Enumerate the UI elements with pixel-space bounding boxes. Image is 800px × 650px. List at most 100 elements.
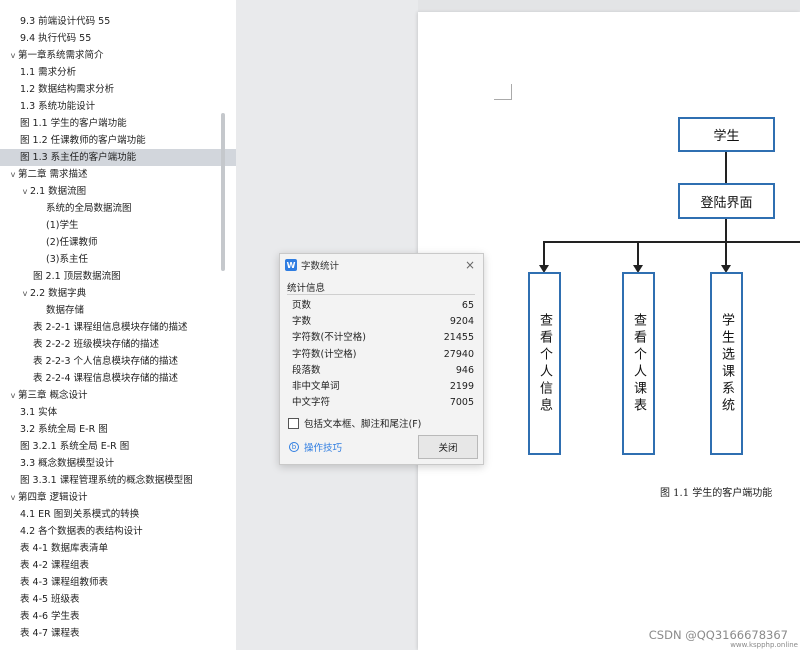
outline-item-label: 2.2 数据字典 [30,288,87,299]
stat-label: 字符数(计空格) [292,348,357,360]
outline-item[interactable]: 图 1.2 任课教师的客户端功能 [0,132,236,149]
outline-item[interactable]: 表 2-2-2 班级模块存储的描述 [0,336,236,353]
outline-item-label: 表 4-6 学生表 [20,611,80,622]
outline-item[interactable]: (2)任课教师 [0,234,236,251]
watermark-url: www.kspphp.online [730,641,798,649]
outline-item-label: 表 4-2 课程组表 [20,560,90,571]
outline-item[interactable]: v 2.2 数据字典 [0,285,236,302]
stat-value: 946 [455,364,474,376]
diagram-node-view-info: 查看个人信息 [528,272,561,455]
outline-item[interactable]: 系统的全局数据流图 [0,200,236,217]
outline-item[interactable]: v 第二章 需求描述 [0,166,236,183]
outline-item-label: 数据存储 [46,305,85,316]
outline-item-label: 4.2 各个数据表的表结构设计 [20,526,143,537]
outline-item[interactable]: 图 2.1 顶层数据流图 [0,268,236,285]
outline-item-label: 表 4-3 课程组教师表 [20,577,109,588]
outline-item[interactable]: 数据存储 [0,302,236,319]
section-divider [287,294,475,295]
stat-label: 页数 [292,300,312,311]
outline-item-label: 表 2-2-3 个人信息模块存储的描述 [33,356,179,367]
outline-item-label: 1.1 需求分析 [20,67,77,78]
document-outline-panel: 9.3 前端设计代码 55 9.4 执行代码 55 v 第一章系统需求简介 1.1 需求… [0,0,236,650]
close-button[interactable]: 关闭 [418,435,478,459]
tips-link[interactable]: b 操作技巧 [289,440,342,454]
outline-item[interactable]: v 第四章 逻辑设计 [0,489,236,506]
outline-item[interactable]: 表 2-2-1 课程组信息模块存储的描述 [0,319,236,336]
stat-row-chars-no-spaces: 字符数(不计空格) 21455 [292,330,474,346]
outline-item-label: 系统的全局数据流图 [46,203,132,214]
diagram-node-course-selection: 学生选课系统 [710,272,743,455]
outline-item-label: 9.4 执行代码 55 [20,33,92,44]
outline-item[interactable]: 图 1.3 系主任的客户端功能 [0,149,236,166]
include-textboxes-label[interactable]: 包括文本框、脚注和尾注(F) [304,416,421,430]
outline-item[interactable]: 4.1 ER 图到关系模式的转换 [0,506,236,523]
outline-item[interactable]: 表 4-5 班级表 [0,591,236,608]
stat-value: 27940 [443,348,474,360]
outline-item-label: 表 4-7 课程表 [20,628,80,639]
outline-item-label: 图 1.1 学生的客户端功能 [20,118,127,129]
include-textboxes-option[interactable]: 包括文本框、脚注和尾注(F) [288,416,421,430]
outline-item-label: 第二章 需求描述 [18,169,88,180]
outline-item[interactable]: v 2.1 数据流图 [0,183,236,200]
tips-label[interactable]: 操作技巧 [304,440,342,454]
outline-item[interactable]: v 第三章 概念设计 [0,387,236,404]
outline-item[interactable]: 表 4-2 课程组表 [0,557,236,574]
outline-item[interactable]: 表 2-2-3 个人信息模块存储的描述 [0,353,236,370]
outline-item[interactable]: 9.3 前端设计代码 55 [0,13,236,30]
outline-item[interactable]: 3.2 系统全局 E-R 图 [0,421,236,438]
outline-item-label: 2.1 数据流图 [30,186,87,197]
outline-item[interactable]: 1.2 数据结构需求分析 [0,81,236,98]
chevron-down-icon[interactable]: v [8,489,18,506]
outline-item[interactable]: 表 4-1 数据库表清单 [0,540,236,557]
stat-value: 2199 [449,380,474,392]
wps-writer-icon: W [285,259,297,271]
stat-label: 字符数(不计空格) [292,332,366,344]
close-icon[interactable]: × [465,258,475,272]
outline-item[interactable]: 表 4-3 课程组教师表 [0,574,236,591]
outline-item[interactable]: 图 1.1 学生的客户端功能 [0,115,236,132]
outline-item[interactable]: 9.4 执行代码 55 [0,30,236,47]
page-margin-marker [494,84,512,100]
outline-item-label: 1.3 系统功能设计 [20,101,96,112]
word-count-dialog: W 字数统计 × 统计信息 页数 65 字数 9204 字符数(不计空格) 21455… [279,253,484,465]
outline-item[interactable]: 1.1 需求分析 [0,64,236,81]
chevron-down-icon[interactable]: v [8,387,18,404]
include-textboxes-checkbox[interactable] [288,417,299,429]
chevron-down-icon[interactable]: v [20,285,30,302]
outline-item[interactable]: 1.3 系统功能设计 [0,98,236,115]
outline-item[interactable]: 4.2 各个数据表的表结构设计 [0,523,236,540]
outline-item-label: 第三章 概念设计 [18,390,88,401]
outline-item[interactable]: 图 3.2.1 系统全局 E-R 图 [0,438,236,455]
outline-item-label: (2)任课教师 [46,237,98,248]
outline-item-label: 图 1.2 任课教师的客户端功能 [20,135,146,146]
outline-item[interactable]: 表 4-7 课程表 [0,625,236,642]
outline-item[interactable]: 3.1 实体 [0,404,236,421]
watermark: CSDN @QQ3166678367 [648,628,788,642]
outline-item[interactable]: (1)学生 [0,217,236,234]
outline-scrollbar[interactable] [221,113,225,271]
outline-item-label: 图 3.3.1 课程管理系统的概念数据模型图 [20,475,193,486]
chevron-down-icon[interactable]: v [20,183,30,200]
stat-label: 中文字符 [292,397,331,409]
outline-item[interactable]: 图 3.3.1 课程管理系统的概念数据模型图 [0,472,236,489]
dialog-title: 字数统计 [301,261,340,272]
outline-item[interactable]: v 第一章系统需求简介 [0,47,236,64]
chevron-down-icon[interactable]: v [8,166,18,183]
outline-item-label: 表 4-5 班级表 [20,594,80,605]
outline-item-label: 图 3.2.1 系统全局 E-R 图 [20,441,130,452]
outline-item-label: 3.1 实体 [20,407,58,418]
outline-item[interactable]: 表 2-2-4 课程信息模块存储的描述 [0,370,236,387]
outline-item-label: 4.1 ER 图到关系模式的转换 [20,509,140,520]
outline-item[interactable]: 3.3 概念数据模型设计 [0,455,236,472]
outline-item-label: 表 2-2-1 课程组信息模块存储的描述 [33,322,188,333]
outline-item-label: 1.2 数据结构需求分析 [20,84,115,95]
stat-label: 非中文单词 [292,380,340,392]
tips-icon: b [289,442,299,452]
page-gap [418,0,800,12]
figure-caption: 图 1.1 学生的客户端功能 [660,488,773,499]
outline-item[interactable]: (3)系主任 [0,251,236,268]
dialog-titlebar[interactable]: W 字数统计 [280,254,483,276]
stat-value: 65 [461,300,474,311]
chevron-down-icon[interactable]: v [8,47,18,64]
outline-item[interactable]: 表 4-6 学生表 [0,608,236,625]
